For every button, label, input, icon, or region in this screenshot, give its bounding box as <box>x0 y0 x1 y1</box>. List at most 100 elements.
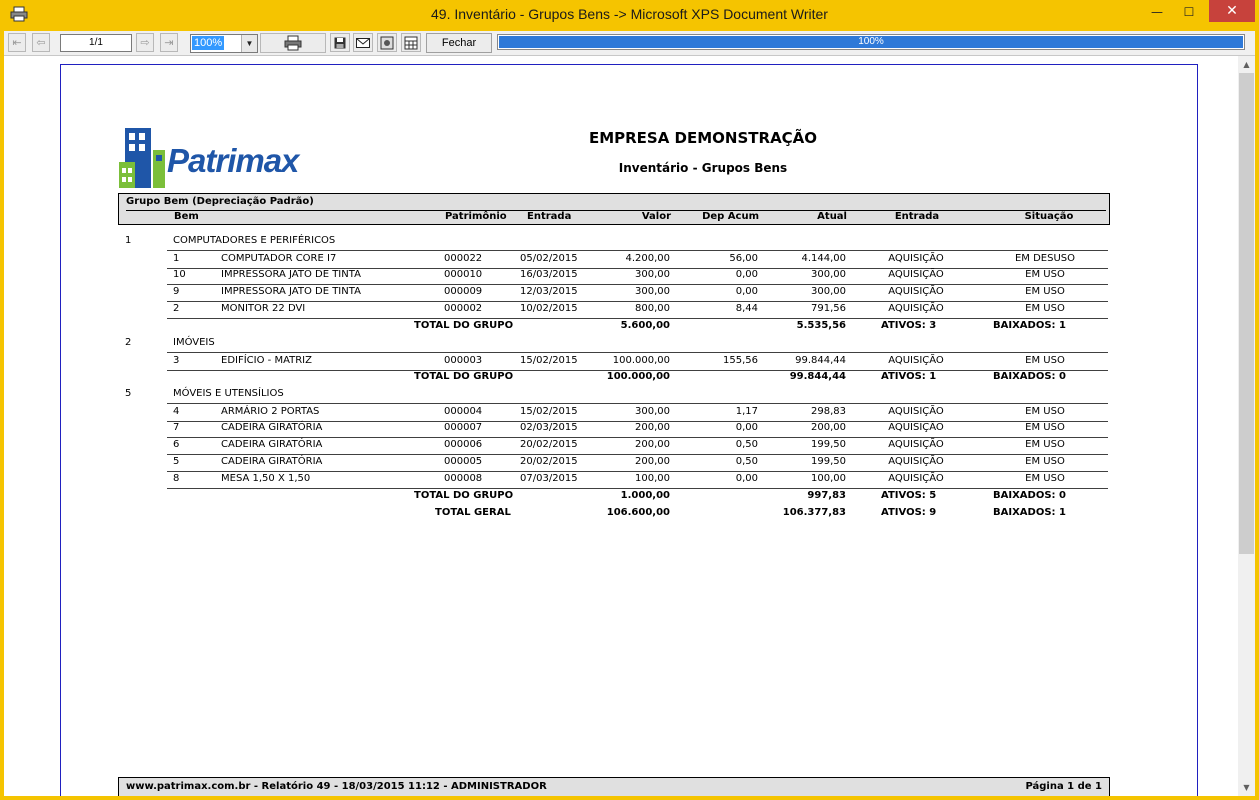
group-total-baixados: BAIXADOS: 1 <box>993 320 1066 331</box>
scroll-down-icon[interactable]: ▼ <box>1238 779 1255 796</box>
item-entrada: 07/03/2015 <box>520 473 578 484</box>
item-id: 9 <box>173 286 180 297</box>
close-preview-button[interactable]: Fechar <box>426 33 492 53</box>
layout-button[interactable] <box>401 33 421 52</box>
item-dep-acum: 0,00 <box>735 286 758 297</box>
minimize-button[interactable]: — <box>1143 2 1171 22</box>
item-situacao: EM USO <box>1025 439 1065 450</box>
grand-total-label: TOTAL GERAL <box>435 507 511 518</box>
report-title: Inventário - Grupos Bens <box>618 161 788 175</box>
header-situacao: Situação <box>1024 211 1074 222</box>
close-window-button[interactable]: ✕ <box>1209 0 1255 22</box>
item-atual: 199,50 <box>811 439 846 450</box>
grand-total-valor: 106.600,00 <box>606 507 670 518</box>
table-row[interactable]: 9 IMPRESSORA JATO DE TINTA 000009 12/03/201… <box>167 284 1108 302</box>
vertical-scrollbar[interactable]: ▲ ▼ <box>1238 56 1255 796</box>
grand-total-atual: 106.377,83 <box>782 507 846 518</box>
group-row: 5 MÓVEIS E UTENSÍLIOS <box>118 386 1108 403</box>
item-entrada-tipo: AQUISIÇÃO <box>888 303 944 314</box>
progress-bar: 100% <box>497 34 1245 50</box>
item-atual: 4.144,00 <box>801 253 846 264</box>
previous-page-button[interactable]: ⇦ <box>32 33 50 52</box>
item-patrimonio: 000010 <box>444 269 483 280</box>
group-name: IMÓVEIS <box>173 337 215 348</box>
item-valor: 100,00 <box>635 473 670 484</box>
report-footer: www.patrimax.com.br - Relatório 49 - 18/… <box>118 777 1110 796</box>
next-page-icon: ⇨ <box>140 36 150 49</box>
item-situacao: EM USO <box>1025 286 1065 297</box>
item-entrada: 15/02/2015 <box>520 355 578 366</box>
scroll-thumb[interactable] <box>1239 73 1254 554</box>
app-window: 49. Inventário - Grupos Bens -> Microsof… <box>4 0 1255 796</box>
item-entrada: 10/02/2015 <box>520 303 578 314</box>
item-entrada-tipo: AQUISIÇÃO <box>888 439 944 450</box>
save-button[interactable] <box>330 33 350 52</box>
table-row[interactable]: 8 MESA 1,50 X 1,50 000008 07/03/2015 100,00 0… <box>167 471 1108 489</box>
item-name: ARMÁRIO 2 PORTAS <box>221 406 320 417</box>
item-situacao: EM USO <box>1025 422 1065 433</box>
item-id: 2 <box>173 303 180 314</box>
last-page-icon: ⇥ <box>164 36 174 49</box>
last-page-button[interactable]: ⇥ <box>160 33 178 52</box>
group-total-atual: 5.535,56 <box>796 320 846 331</box>
item-atual: 199,50 <box>811 456 846 467</box>
item-dep-acum: 0,00 <box>735 269 758 280</box>
group-total-label: TOTAL DO GRUPO <box>414 320 514 331</box>
item-name: IMPRESSORA JATO DE TINTA <box>221 269 361 280</box>
email-button[interactable] <box>353 33 373 52</box>
item-name: CADEIRA GIRATÓRIA <box>221 439 323 450</box>
item-patrimonio: 000008 <box>444 473 483 484</box>
item-valor: 200,00 <box>635 456 670 467</box>
zoom-value: 100% <box>192 36 225 50</box>
item-atual: 791,56 <box>811 303 846 314</box>
first-page-button[interactable]: ⇤ <box>8 33 26 52</box>
zoom-select[interactable]: 100% ▼ <box>190 34 258 53</box>
table-row[interactable]: 7 CADEIRA GIRATÓRIA 000007 02/03/2015 200,00… <box>167 420 1108 438</box>
item-valor: 300,00 <box>635 406 670 417</box>
maximize-button[interactable]: ☐ <box>1175 2 1203 22</box>
item-valor: 200,00 <box>635 439 670 450</box>
item-patrimonio: 000002 <box>444 303 483 314</box>
item-name: CADEIRA GIRATÓRIA <box>221 422 323 433</box>
table-row[interactable]: 6 CADEIRA GIRATÓRIA 000006 20/02/2015 200,00… <box>167 437 1108 455</box>
item-id: 10 <box>173 269 186 280</box>
item-situacao: EM USO <box>1025 269 1065 280</box>
group-total-row: TOTAL DO GRUPO 100.000,00 99.844,44 ATIVOS:… <box>118 369 1108 386</box>
first-page-icon: ⇤ <box>12 36 22 49</box>
item-entrada-tipo: AQUISIÇÃO <box>888 406 944 417</box>
item-atual: 300,00 <box>811 269 846 280</box>
report-viewport[interactable]: Patrimax EMPRESA DEMONSTRAÇÃO Inventário… <box>4 56 1238 796</box>
group-total-ativos: ATIVOS: 1 <box>881 371 937 382</box>
item-entrada-tipo: AQUISIÇÃO <box>888 473 944 484</box>
item-entrada-tipo: AQUISIÇÃO <box>888 253 944 264</box>
item-dep-acum: 155,56 <box>723 355 758 366</box>
table-row[interactable]: 5 CADEIRA GIRATÓRIA 000005 20/02/2015 200,00… <box>167 454 1108 472</box>
print-button[interactable] <box>260 33 326 53</box>
group-code: 2 <box>125 337 132 348</box>
item-patrimonio: 000004 <box>444 406 483 417</box>
progress-text: 100% <box>858 36 884 47</box>
group-code: 5 <box>125 388 132 399</box>
table-row[interactable]: 10 IMPRESSORA JATO DE TINTA 000010 16/03/20… <box>167 267 1108 285</box>
item-patrimonio: 000022 <box>444 253 483 264</box>
grid-icon <box>404 36 418 49</box>
company-name: EMPRESA DEMONSTRAÇÃO <box>588 129 818 147</box>
group-total-valor: 5.600,00 <box>620 320 670 331</box>
table-row[interactable]: 2 MONITOR 22 DVI 000002 10/02/2015 800,00 8,4… <box>167 301 1108 319</box>
group-total-label: TOTAL DO GRUPO <box>414 371 514 382</box>
chevron-down-icon[interactable]: ▼ <box>241 35 257 52</box>
save-icon <box>334 37 346 48</box>
footer-page: Página 1 de 1 <box>1025 781 1102 792</box>
item-entrada-tipo: AQUISIÇÃO <box>888 269 944 280</box>
group-header-label: Grupo Bem (Depreciação Padrão) <box>126 195 1106 211</box>
item-dep-acum: 1,17 <box>735 406 758 417</box>
item-name: EDIFÍCIO - MATRIZ <box>221 355 312 366</box>
export-button[interactable] <box>377 33 397 52</box>
next-page-button[interactable]: ⇨ <box>136 33 154 52</box>
scroll-up-icon[interactable]: ▲ <box>1238 56 1255 73</box>
footer-info: www.patrimax.com.br - Relatório 49 - 18/… <box>126 781 547 792</box>
item-entrada: 15/02/2015 <box>520 406 578 417</box>
item-patrimonio: 000005 <box>444 456 483 467</box>
item-name: COMPUTADOR CORE I7 <box>221 253 337 264</box>
page-number-field[interactable]: 1/1 <box>60 34 132 52</box>
